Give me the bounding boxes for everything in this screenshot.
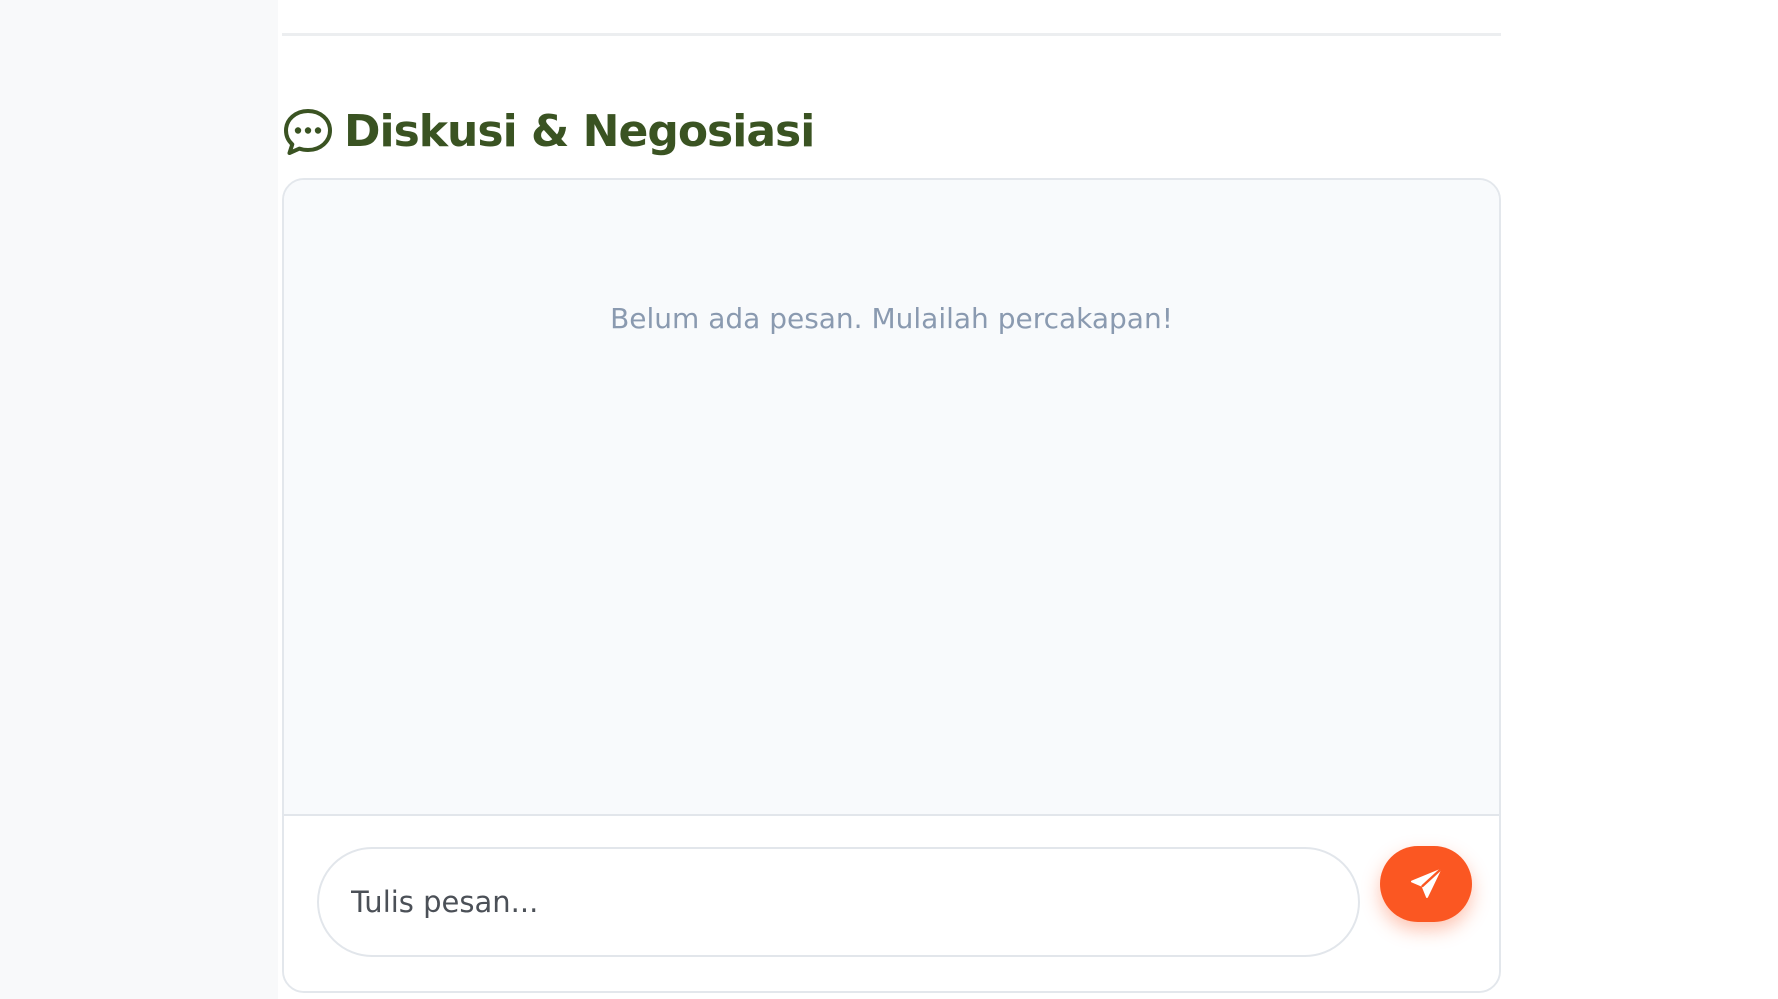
section-divider [282,33,1501,36]
chat-bubble-icon [282,106,334,158]
messages-area[interactable]: Belum ada pesan. Mulailah percakapan! [284,180,1499,816]
section-header: Diskusi & Negosiasi [282,100,815,164]
message-composer [284,816,1499,991]
section-title: Diskusi & Negosiasi [344,106,815,157]
chat-card: Belum ada pesan. Mulailah percakapan! [282,178,1501,993]
message-input[interactable] [317,847,1360,957]
send-icon [1409,867,1443,901]
page-gutter [0,0,278,999]
send-button[interactable] [1380,846,1472,922]
empty-chat-message: Belum ada pesan. Mulailah percakapan! [610,302,1173,335]
